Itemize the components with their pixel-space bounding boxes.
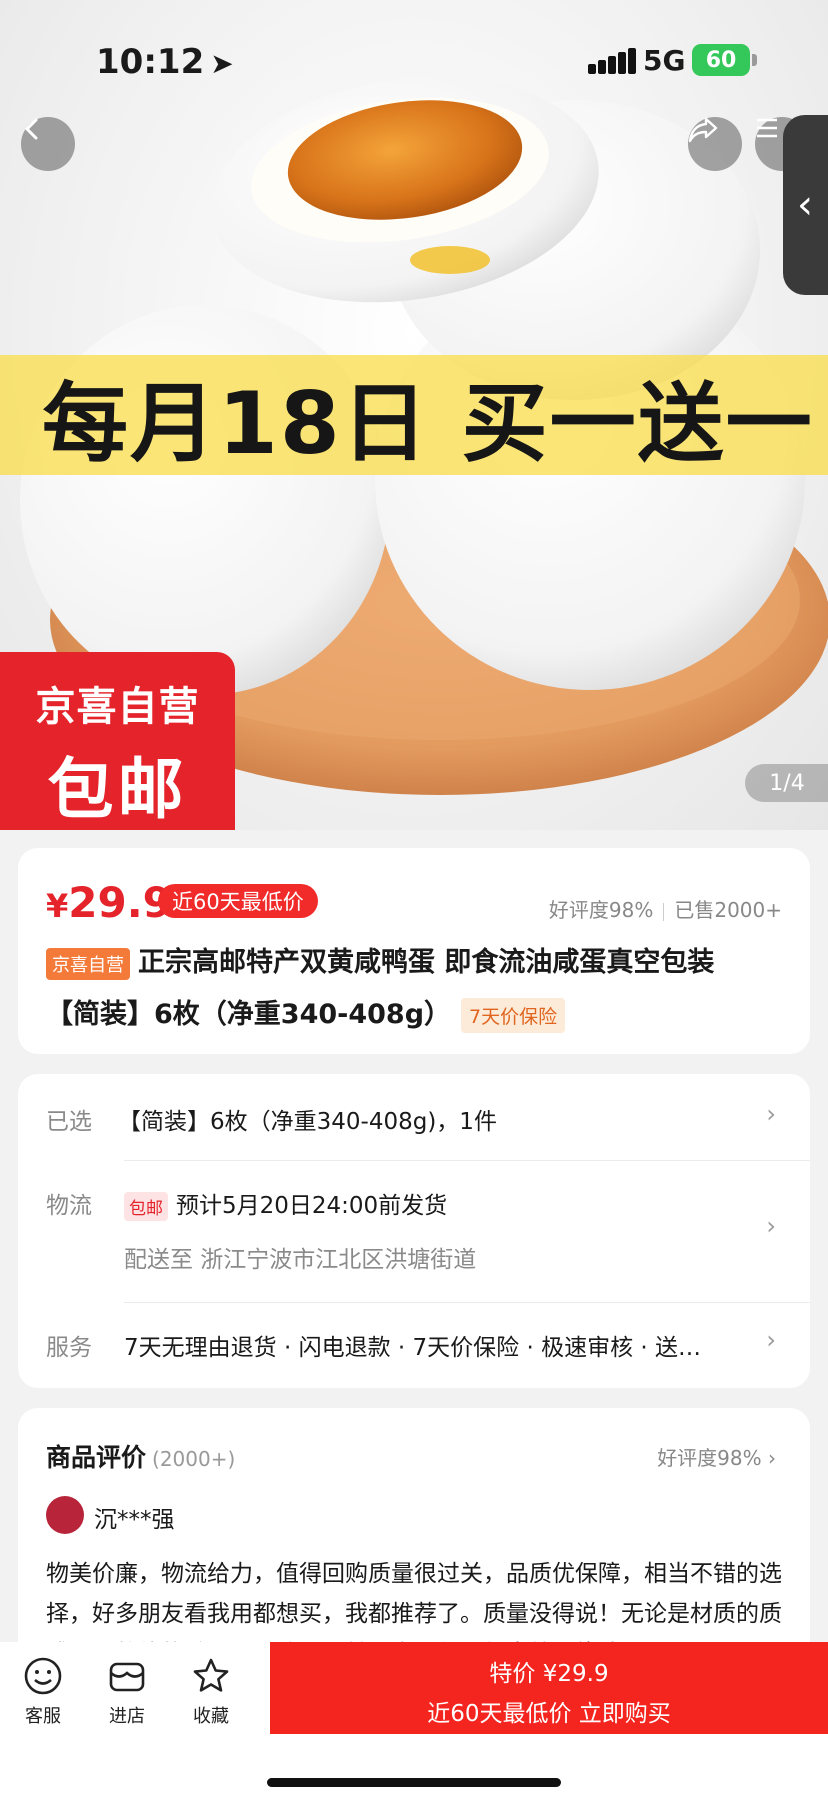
store-tag: 京喜自营 bbox=[46, 947, 130, 980]
badge-line2: 包邮 bbox=[47, 751, 188, 828]
chevron-right-icon: › bbox=[766, 1326, 776, 1354]
title-line2: 【简装】6枚（净重340-408g） bbox=[46, 999, 452, 1030]
shop-label: 进店 bbox=[109, 1706, 145, 1727]
ship-time-text: 预计5月20日24:00前发货 bbox=[176, 1193, 448, 1219]
review-title-text: 商品评价 bbox=[46, 1443, 147, 1472]
selected-label: 已选 bbox=[46, 1109, 92, 1135]
side-drawer-handle[interactable]: ‹ bbox=[783, 115, 828, 295]
chevron-right-icon: › bbox=[766, 1100, 776, 1128]
share-button[interactable] bbox=[688, 117, 742, 171]
title-line1: 正宗高邮特产双黄咸鸭蛋 即食流油咸蛋真空包装 bbox=[138, 947, 715, 978]
battery-cap bbox=[752, 54, 757, 66]
product-image-carousel[interactable]: 10:12 ➤ 5G 60 ‹ 每月18日 买一送一 京喜自营 包邮 1/4 bbox=[0, 0, 828, 830]
shop-button[interactable]: 进店 bbox=[92, 1656, 162, 1728]
service-value: 7天无理由退货 · 闪电退款 · 7天价保险 · 极速审核 · 送… bbox=[124, 1335, 701, 1361]
price-card: ¥29.9 近60天最低价 好评度98% 已售2000+ 京喜自营 正宗高邮特产双黄… bbox=[18, 848, 810, 1054]
chevron-right-icon: › bbox=[768, 1446, 776, 1470]
divider bbox=[124, 1302, 810, 1303]
chevron-left-icon bbox=[24, 118, 38, 140]
share-icon bbox=[688, 117, 718, 143]
lowest-price-tag: 近60天最低价 bbox=[158, 884, 318, 918]
product-stats: 好评度98% 已售2000+ bbox=[549, 894, 782, 923]
self-operated-badge: 京喜自营 包邮 bbox=[0, 652, 235, 830]
signal-icon bbox=[588, 48, 636, 74]
promo-banner-text: 每月18日 买一送一 bbox=[42, 373, 814, 474]
review-rate[interactable]: 好评度98% › bbox=[657, 1442, 776, 1471]
price-symbol: ¥ bbox=[46, 887, 69, 925]
spec-card: 已选 【简装】6枚（净重340-408g)，1件 › 物流 包邮 预计5月20日2… bbox=[18, 1074, 810, 1388]
buy-action-line: 近60天最低价 立即购买 bbox=[427, 1701, 671, 1727]
customer-service-button[interactable]: 客服 bbox=[8, 1656, 78, 1728]
image-pager: 1/4 bbox=[745, 764, 828, 802]
ship-to-address: 配送至 浙江宁波市江北区洪塘街道 bbox=[124, 1247, 477, 1273]
network-type: 5G bbox=[643, 44, 686, 77]
battery-level: 60 bbox=[705, 47, 737, 73]
service-label: 服务 bbox=[46, 1335, 92, 1361]
logistics-label: 物流 bbox=[46, 1193, 92, 1219]
back-button[interactable] bbox=[21, 117, 75, 171]
menu-icon bbox=[757, 118, 777, 138]
store-icon bbox=[109, 1662, 145, 1692]
buy-now-button[interactable]: 特价 ¥29.9 近60天最低价 立即购买 bbox=[270, 1642, 828, 1734]
free-shipping-tag: 包邮 bbox=[124, 1192, 168, 1221]
sold-count: 已售2000+ bbox=[674, 898, 782, 922]
status-bar: 10:12 ➤ 5G 60 bbox=[0, 0, 828, 120]
location-arrow-icon: ➤ bbox=[210, 47, 234, 80]
product-variant: 【简装】6枚（净重340-408g） 7天价保险 bbox=[46, 992, 566, 1033]
price-protection-tag[interactable]: 7天价保险 bbox=[461, 998, 566, 1033]
stats-divider bbox=[663, 902, 665, 921]
rating-text: 好评度98% bbox=[548, 898, 654, 922]
review-rate-text: 好评度98% bbox=[657, 1446, 762, 1470]
product-title: 京喜自营 正宗高邮特产双黄咸鸭蛋 即食流油咸蛋真空包装 bbox=[46, 940, 714, 980]
clock-text: 10:12 bbox=[96, 42, 205, 82]
review-title: 商品评价 (2000+) bbox=[46, 1438, 235, 1474]
review-count: (2000+) bbox=[152, 1447, 236, 1471]
divider bbox=[124, 1160, 810, 1161]
chevron-right-icon: › bbox=[766, 1212, 776, 1240]
price-value: 29.9 bbox=[68, 878, 172, 927]
favorite-button[interactable]: 收藏 bbox=[176, 1656, 246, 1728]
smiley-icon bbox=[24, 1657, 62, 1695]
clock: 10:12 ➤ bbox=[96, 42, 234, 82]
ship-time: 包邮 预计5月20日24:00前发货 bbox=[124, 1186, 447, 1221]
star-icon bbox=[193, 1658, 229, 1692]
favorite-label: 收藏 bbox=[193, 1706, 229, 1727]
buy-price-line: 特价 ¥29.9 bbox=[489, 1661, 609, 1687]
avatar bbox=[46, 1496, 84, 1534]
customer-service-label: 客服 bbox=[25, 1706, 61, 1727]
badge-line1: 京喜自营 bbox=[35, 684, 200, 730]
price: ¥29.9 bbox=[46, 878, 172, 927]
bottom-action-bar: 客服 进店 收藏 特价 ¥29.9 近60天最低价 立即购买 bbox=[0, 1642, 828, 1800]
selected-value: 【简装】6枚（净重340-408g)，1件 bbox=[118, 1109, 497, 1135]
home-indicator bbox=[267, 1778, 561, 1787]
chevron-left-icon: ‹ bbox=[797, 182, 813, 228]
battery-icon: 60 bbox=[692, 44, 750, 76]
review-username: 沉***强 bbox=[94, 1507, 175, 1533]
promo-banner: 每月18日 买一送一 bbox=[0, 355, 828, 475]
